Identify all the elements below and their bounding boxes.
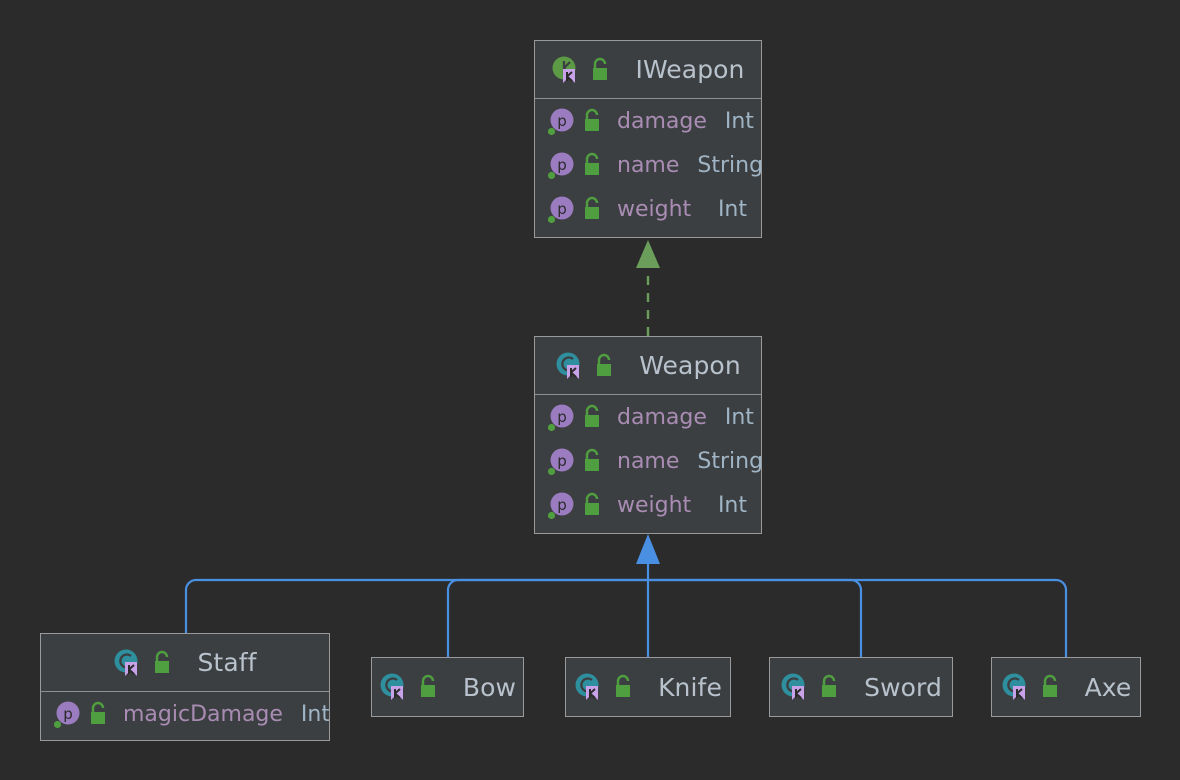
kotlin-class-icon (780, 672, 814, 702)
node-icon-group (1001, 672, 1071, 702)
uml-node-sword[interactable]: Sword (769, 657, 953, 717)
member-row[interactable]: p name String (535, 143, 761, 187)
member-name: damage (617, 108, 707, 134)
property-icon: p (547, 446, 579, 476)
public-lock-icon (1039, 674, 1061, 700)
kotlin-class-icon (1001, 672, 1035, 702)
node-icon-group (379, 672, 449, 702)
node-icon-group (574, 672, 644, 702)
uml-node-axe[interactable]: Axe (991, 657, 1141, 717)
node-title: Sword (864, 672, 942, 702)
member-row[interactable]: p weight Int (535, 483, 761, 527)
member-row[interactable]: p name String (535, 439, 761, 483)
public-lock-icon (581, 448, 603, 474)
kotlin-class-icon (379, 672, 413, 702)
public-lock-icon (612, 674, 634, 700)
node-title: Staff (197, 648, 257, 677)
public-lock-icon (818, 674, 840, 700)
member-row[interactable]: p weight Int (535, 187, 761, 231)
public-lock-icon (581, 492, 603, 518)
public-lock-icon (151, 650, 173, 676)
node-members-weapon: p damage Int p name String p weight Int (535, 395, 761, 527)
node-title: Axe (1084, 672, 1132, 702)
node-header-bow: Bow (372, 658, 523, 716)
member-type: Int (724, 404, 754, 430)
member-type: Int (717, 196, 747, 222)
node-icon-group (113, 648, 183, 678)
node-header-staff: Staff (41, 634, 329, 692)
member-name: magicDamage (123, 701, 283, 727)
svg-text:p: p (557, 112, 567, 130)
member-row[interactable]: p damage Int (535, 99, 761, 143)
member-type: Int (300, 701, 330, 727)
node-members-iweapon: p damage Int p name String p weight Int (535, 99, 761, 231)
node-members-staff: p magicDamage Int (41, 692, 329, 736)
property-icon: p (547, 402, 579, 432)
member-row[interactable]: p damage Int (535, 395, 761, 439)
property-icon: p (547, 150, 579, 180)
node-header-sword: Sword (770, 658, 952, 716)
member-type: Int (724, 108, 754, 134)
public-lock-icon (87, 701, 109, 727)
node-title: Weapon (639, 351, 741, 380)
uml-node-knife[interactable]: Knife (565, 657, 731, 717)
uml-node-bow[interactable]: Bow (371, 657, 524, 717)
member-name: name (617, 152, 680, 178)
property-icon: p (547, 194, 579, 224)
node-icon-group (780, 672, 850, 702)
public-lock-icon (417, 674, 439, 700)
uml-node-staff[interactable]: Staff p magicDamage Int (40, 633, 330, 741)
uml-node-iweapon[interactable]: IWeapon p damage Int p name String p wei… (534, 40, 762, 238)
node-header-weapon: Weapon (535, 337, 761, 395)
member-type: String (697, 448, 762, 474)
node-title: Knife (658, 672, 722, 702)
node-title: IWeapon (635, 55, 745, 84)
member-row[interactable]: p magicDamage Int (41, 692, 329, 736)
svg-text:p: p (557, 452, 567, 470)
edge-weapon-implements-iweapon[interactable] (636, 240, 660, 336)
public-lock-icon (581, 152, 603, 178)
svg-text:p: p (557, 408, 567, 426)
public-lock-icon (581, 404, 603, 430)
public-lock-icon (593, 353, 615, 379)
kotlin-interface-icon (551, 55, 585, 85)
member-name: name (617, 448, 680, 474)
node-icon-group (555, 351, 625, 381)
member-type: Int (717, 492, 747, 518)
member-name: weight (617, 196, 692, 222)
node-header-axe: Axe (992, 658, 1140, 716)
kotlin-class-icon (555, 351, 589, 381)
member-name: damage (617, 404, 707, 430)
member-name: weight (617, 492, 692, 518)
node-title: Bow (462, 672, 517, 702)
member-type: String (697, 152, 762, 178)
svg-text:p: p (557, 496, 567, 514)
property-icon: p (547, 106, 579, 136)
uml-diagram-canvas: IWeapon p damage Int p name String p wei… (0, 0, 1180, 780)
svg-text:p: p (557, 156, 567, 174)
node-header-iweapon: IWeapon (535, 41, 761, 99)
node-icon-group (551, 55, 621, 85)
svg-text:p: p (63, 705, 73, 723)
public-lock-icon (589, 57, 611, 83)
public-lock-icon (581, 196, 603, 222)
node-header-knife: Knife (566, 658, 730, 716)
property-icon: p (53, 699, 85, 729)
uml-node-weapon[interactable]: Weapon p damage Int p name String p weig… (534, 336, 762, 534)
kotlin-class-icon (113, 648, 147, 678)
property-icon: p (547, 490, 579, 520)
kotlin-class-icon (574, 672, 608, 702)
svg-text:p: p (557, 200, 567, 218)
public-lock-icon (581, 108, 603, 134)
